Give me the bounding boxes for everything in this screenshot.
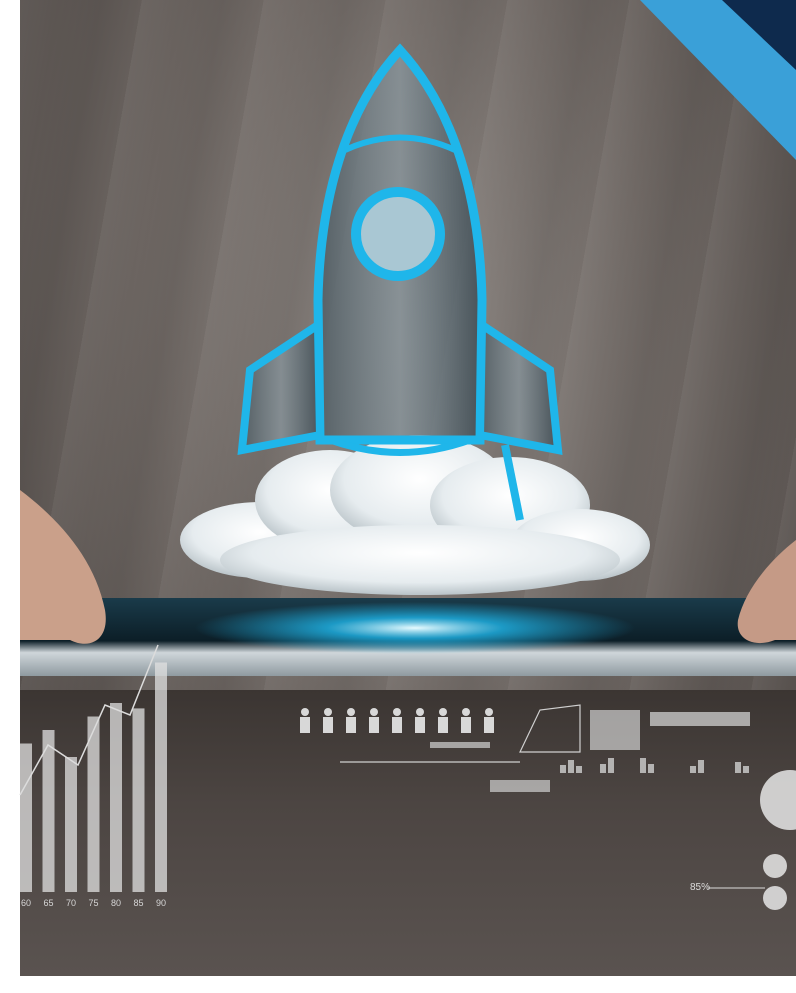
widget-keys [490, 780, 550, 792]
mini-bar-groups [560, 758, 749, 773]
pie-small-2 [763, 886, 787, 910]
chart-bar [87, 716, 100, 892]
person-icon [392, 708, 402, 733]
chart-bar [42, 730, 55, 892]
chart-tick-label: 65 [44, 898, 54, 908]
overlay-infographics: 60 65 70 75 80 85 90 [19, 644, 796, 910]
person-icon [415, 708, 425, 733]
chart-bar [155, 662, 167, 892]
person-icon [438, 708, 448, 733]
percent-label: 85% [690, 882, 711, 893]
chart-bar [65, 757, 77, 892]
scene: 60 65 70 75 80 85 90 85% [0, 0, 796, 993]
widget-area-chart [519, 704, 581, 753]
chart-tick-label: 75 [89, 898, 99, 908]
person-icon [461, 708, 471, 733]
pie-small-1 [763, 854, 787, 878]
widget-dots [430, 742, 490, 748]
widget-block [590, 710, 640, 750]
person-icon [323, 708, 333, 733]
person-icon [346, 708, 356, 733]
chart-bar [110, 703, 122, 892]
bar-chart-ticks: 60 65 70 75 80 85 90 [21, 898, 166, 908]
widget-bar [650, 712, 750, 726]
person-icon [300, 708, 310, 733]
chart-bar [20, 743, 32, 892]
chart-tick-label: 80 [111, 898, 121, 908]
chart-tick-label: 60 [21, 898, 31, 908]
person-icon [484, 708, 494, 733]
people-icons [300, 708, 494, 733]
bar-chart [20, 662, 167, 892]
pie-chart [708, 770, 796, 910]
pie-large [760, 770, 796, 830]
chart-bar [132, 708, 145, 892]
chart-tick-label: 85 [134, 898, 144, 908]
person-icon [369, 708, 379, 733]
chart-tick-label: 90 [156, 898, 166, 908]
chart-tick-label: 70 [66, 898, 76, 908]
